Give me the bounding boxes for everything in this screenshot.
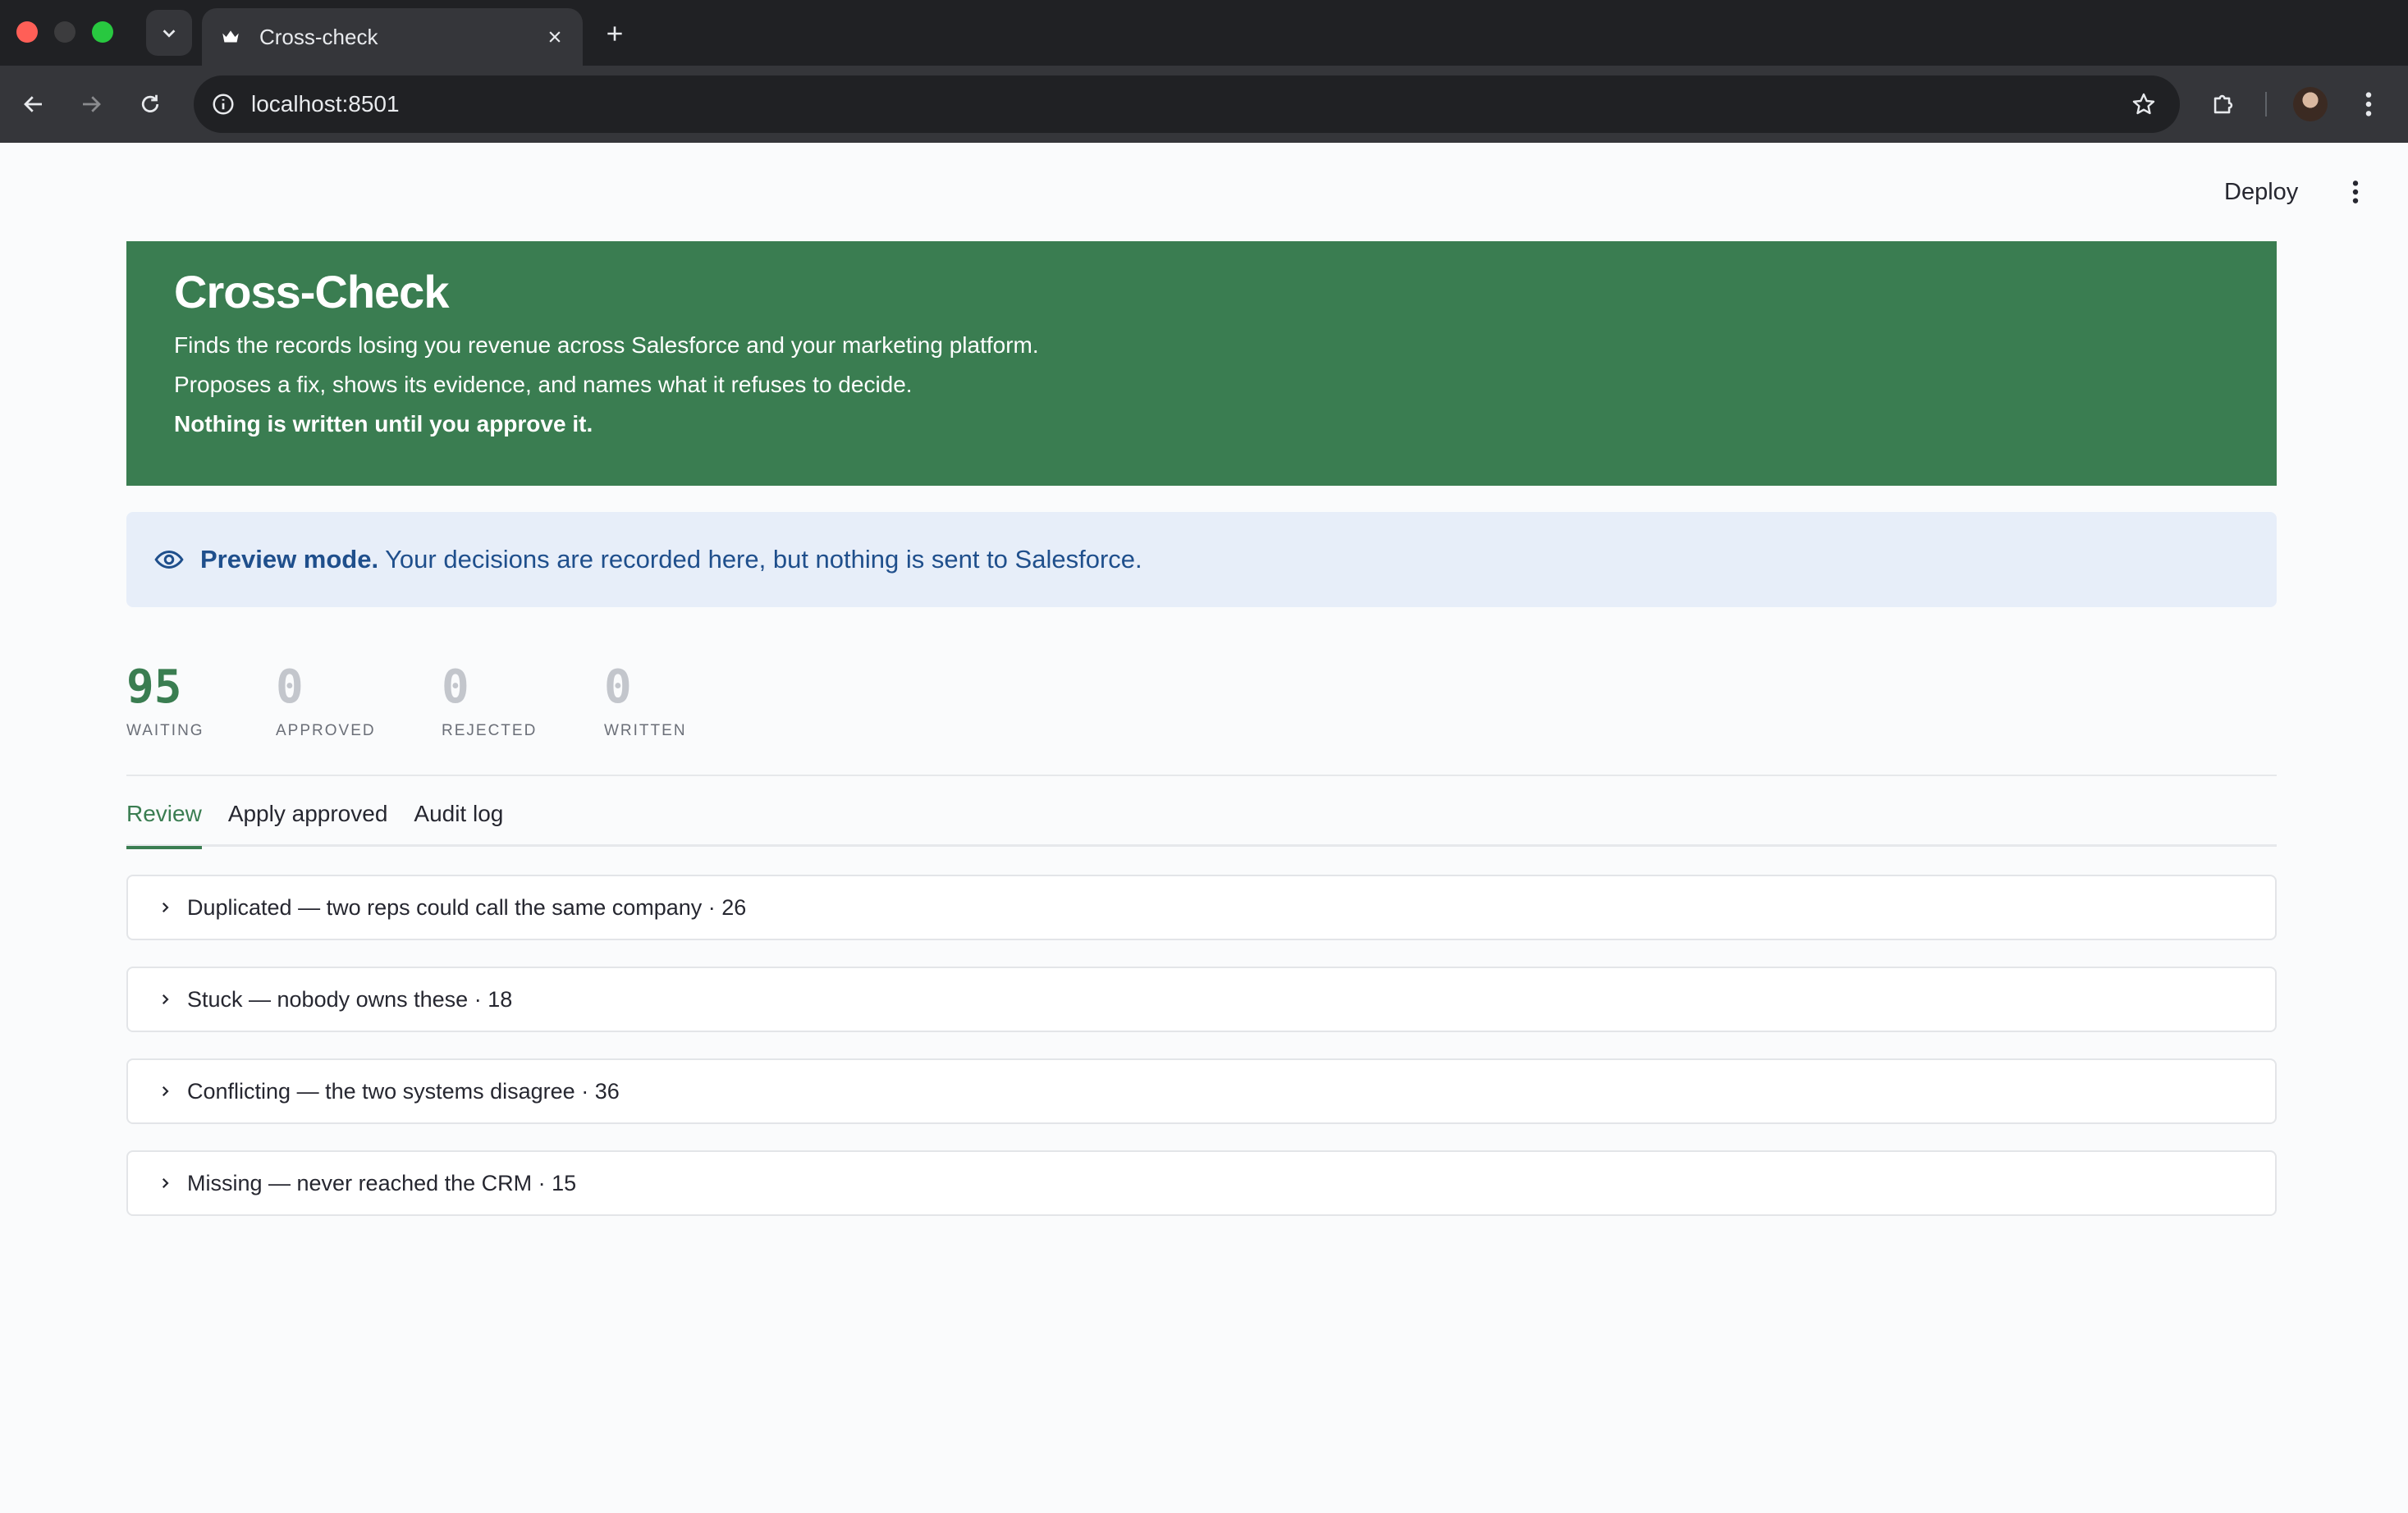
tab-title: Cross-check <box>259 24 378 49</box>
expander-label: Stuck — nobody owns these · 18 <box>187 986 513 1012</box>
section-divider <box>126 775 2277 776</box>
metric-label: WAITING <box>126 722 204 739</box>
bookmark-star-icon[interactable] <box>2126 86 2162 122</box>
new-tab-icon[interactable] <box>596 15 634 53</box>
notice-strong: Preview mode. <box>200 545 379 574</box>
group-stuck-expander[interactable]: Stuck — nobody owns these · 18 <box>126 967 2277 1032</box>
tab-audit-log[interactable]: Audit log <box>414 791 503 847</box>
profile-avatar[interactable] <box>2293 87 2328 121</box>
chevron-right-icon <box>153 1079 177 1104</box>
expander-label: Conflicting — the two systems disagree ·… <box>187 1078 620 1104</box>
address-bar[interactable]: localhost:8501 <box>194 75 2180 133</box>
browser-tab[interactable]: Cross-check <box>202 8 583 66</box>
group-duplicated-expander[interactable]: Duplicated — two reps could call the sam… <box>126 875 2277 940</box>
back-arrow-icon[interactable] <box>13 84 54 125</box>
chevron-right-icon <box>153 895 177 920</box>
metric-value: 95 <box>126 661 182 714</box>
close-window-button[interactable] <box>16 21 38 43</box>
banner-line-2: Proposes a fix, shows its evidence, and … <box>174 372 913 398</box>
banner-line-3: Nothing is written until you approve it. <box>174 411 593 437</box>
banner-line-1: Finds the records losing you revenue acr… <box>174 332 1039 359</box>
browser-toolbar: localhost:8501 <box>0 66 2408 143</box>
chevron-right-icon <box>153 987 177 1012</box>
metric-rejected: 0 REJECTED <box>442 656 537 740</box>
deploy-button[interactable]: Deploy <box>2224 174 2298 210</box>
metric-value: 0 <box>276 661 304 714</box>
tab-review[interactable]: Review <box>126 791 202 849</box>
site-info-icon[interactable] <box>207 88 240 121</box>
browser-menu-icon[interactable] <box>2352 87 2385 121</box>
maximize-window-button[interactable] <box>92 21 113 43</box>
chevron-down-icon <box>163 30 176 38</box>
metric-label: WRITTEN <box>604 722 687 739</box>
extensions-puzzle-icon[interactable] <box>2204 85 2242 123</box>
group-missing-expander[interactable]: Missing — never reached the CRM · 15 <box>126 1150 2277 1216</box>
metric-label: REJECTED <box>442 722 538 739</box>
metric-approved: 0 APPROVED <box>276 656 376 740</box>
notice-text: Your decisions are recorded here, but no… <box>385 545 1142 574</box>
reload-icon[interactable] <box>130 84 171 125</box>
forward-arrow-icon[interactable] <box>71 84 112 125</box>
tab-bar: Review Apply approved Audit log <box>126 791 2277 849</box>
app-menu-icon[interactable] <box>2341 174 2370 210</box>
metric-label: APPROVED <box>276 722 376 739</box>
chevron-right-icon <box>153 1171 177 1195</box>
tab-apply-approved[interactable]: Apply approved <box>228 791 388 847</box>
group-conflicting-expander[interactable]: Conflicting — the two systems disagree ·… <box>126 1058 2277 1124</box>
url-text[interactable]: localhost:8501 <box>251 91 2126 117</box>
metric-value: 0 <box>604 661 632 714</box>
crown-icon <box>218 25 243 49</box>
expander-label: Duplicated — two reps could call the sam… <box>187 894 747 920</box>
close-tab-icon[interactable] <box>537 19 573 55</box>
hero-banner: Cross-Check Finds the records losing you… <box>126 241 2277 486</box>
browser-tab-strip: Cross-check <box>0 0 2408 66</box>
metric-value: 0 <box>442 661 469 714</box>
metric-written: 0 WRITTEN <box>604 656 687 740</box>
minimize-window-button[interactable] <box>54 21 76 43</box>
tab-search-button[interactable] <box>146 10 192 56</box>
metric-waiting: 95 WAITING <box>126 656 204 740</box>
toolbar-divider <box>2265 92 2267 117</box>
expander-label: Missing — never reached the CRM · 15 <box>187 1170 577 1195</box>
app-title: Cross-Check <box>174 266 449 318</box>
preview-mode-notice: Preview mode. Your decisions are recorde… <box>126 512 2277 607</box>
eye-icon <box>153 543 185 576</box>
